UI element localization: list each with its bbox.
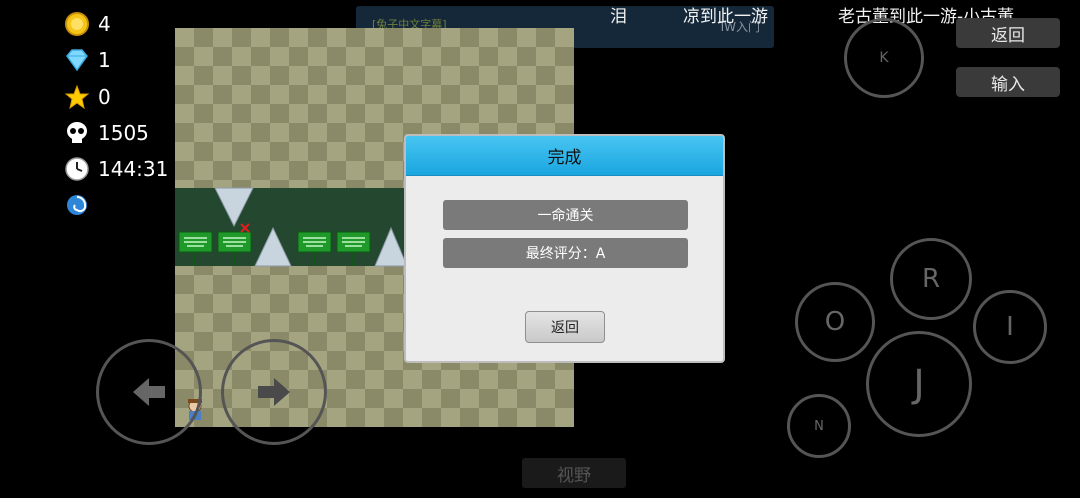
portal-stat — [64, 190, 90, 220]
clock-icon — [64, 156, 90, 182]
move-right-button[interactable] — [221, 339, 327, 445]
skull-icon — [64, 120, 90, 146]
o-button[interactable]: O — [795, 282, 875, 362]
r-button[interactable]: R — [890, 238, 972, 320]
time-value: 144:31 — [98, 157, 169, 181]
gem-count: 1 — [98, 48, 111, 72]
arrow-right-icon — [258, 378, 290, 406]
move-left-button[interactable] — [96, 339, 202, 445]
dialog-back-button[interactable]: 返回 — [525, 311, 605, 343]
coin-icon — [64, 11, 90, 37]
gem-stat: 1 — [64, 45, 111, 75]
dialog-title: 完成 — [406, 136, 723, 176]
result-line-2: 最终评分：A — [443, 238, 688, 268]
arrow-left-icon — [133, 378, 165, 406]
player-name-2: 凉到此一游 — [683, 7, 768, 27]
player-name-1: 泪 — [610, 7, 627, 27]
completion-dialog: 完成 一命通关 最终评分：A 返回 — [404, 134, 725, 363]
back-button[interactable]: 返回 — [956, 18, 1060, 48]
time-stat: 144:31 — [64, 154, 168, 184]
death-count: 1505 — [98, 121, 149, 145]
n-button[interactable]: N — [787, 394, 851, 458]
death-stat: 1505 — [64, 118, 149, 148]
result-line-1: 一命通关 — [443, 200, 688, 230]
j-button[interactable]: J — [866, 331, 972, 437]
view-button[interactable]: 视野 — [522, 458, 626, 488]
swirl-icon — [64, 192, 90, 218]
star-count: 0 — [98, 85, 111, 109]
diamond-icon — [64, 47, 90, 73]
k-button[interactable]: K — [844, 18, 924, 98]
input-button[interactable]: 输入 — [956, 67, 1060, 97]
i-button[interactable]: I — [973, 290, 1047, 364]
star-icon — [64, 84, 90, 110]
coin-stat: 4 — [64, 9, 111, 39]
coin-count: 4 — [98, 12, 111, 36]
star-stat: 0 — [64, 82, 111, 112]
